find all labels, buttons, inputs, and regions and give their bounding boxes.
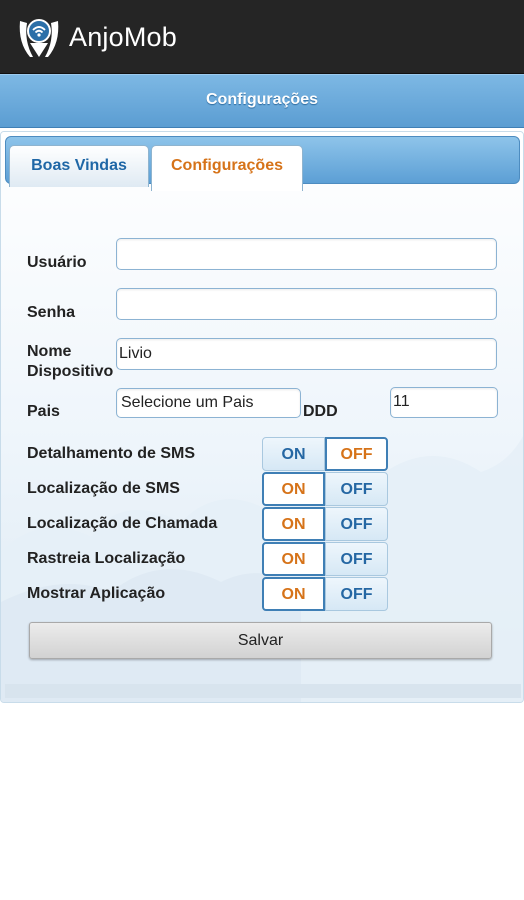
- rastreia-localizacao-toggle[interactable]: ON OFF: [262, 542, 394, 576]
- app-logo-icon[interactable]: [16, 13, 62, 59]
- toggle-off-option[interactable]: OFF: [325, 472, 388, 506]
- nome-label: Nome: [27, 343, 72, 360]
- pais-label: Pais: [27, 403, 60, 420]
- toggle-off-option[interactable]: OFF: [325, 542, 388, 576]
- toggle-label: Localização de SMS: [27, 480, 180, 497]
- usuario-label: Usuário: [27, 254, 87, 271]
- settings-panel: Boas Vindas Configurações Usuário Senha …: [0, 131, 524, 703]
- toggle-off-option[interactable]: OFF: [325, 507, 388, 541]
- toggle-on-option[interactable]: ON: [262, 507, 325, 541]
- ddd-label: DDD: [303, 403, 338, 420]
- localizacao-sms-toggle[interactable]: ON OFF: [262, 472, 394, 506]
- mostrar-aplicacao-toggle[interactable]: ON OFF: [262, 577, 394, 611]
- senha-input[interactable]: [116, 288, 497, 320]
- dispositivo-label: Dispositivo: [27, 363, 114, 380]
- toggle-label: Detalhamento de SMS: [27, 445, 196, 462]
- save-button[interactable]: Salvar: [29, 622, 492, 659]
- pais-select[interactable]: Selecione um Pais: [116, 388, 301, 418]
- page-title: Configurações: [205, 91, 318, 108]
- localizacao-chamada-toggle[interactable]: ON OFF: [262, 507, 394, 541]
- toggle-on-option[interactable]: ON: [262, 542, 325, 576]
- tab-boas-vindas[interactable]: Boas Vindas: [9, 145, 149, 187]
- detalhamento-sms-toggle[interactable]: ON OFF: [262, 437, 394, 471]
- senha-label: Senha: [27, 304, 76, 321]
- ddd-input[interactable]: 11: [390, 387, 498, 418]
- tab-configuracoes[interactable]: Configurações: [151, 145, 303, 191]
- usuario-input[interactable]: [116, 238, 497, 270]
- toggle-label: Rastreia Localização: [27, 550, 186, 567]
- page-header: Configurações: [0, 74, 524, 128]
- toggle-on-option[interactable]: ON: [262, 577, 325, 611]
- toggle-on-option[interactable]: ON: [262, 472, 325, 506]
- toggle-off-option[interactable]: OFF: [325, 577, 388, 611]
- toggle-label: Mostrar Aplicação: [27, 585, 166, 602]
- action-bar: AnjoMob: [0, 0, 524, 74]
- toggle-off-option[interactable]: OFF: [325, 437, 388, 471]
- app-title: AnjoMob: [69, 22, 177, 52]
- tab-bar: Boas Vindas Configurações: [5, 136, 520, 191]
- nome-dispositivo-input[interactable]: Livio: [116, 338, 497, 370]
- toggle-label: Localização de Chamada: [27, 515, 218, 532]
- toggle-on-option[interactable]: ON: [262, 437, 325, 471]
